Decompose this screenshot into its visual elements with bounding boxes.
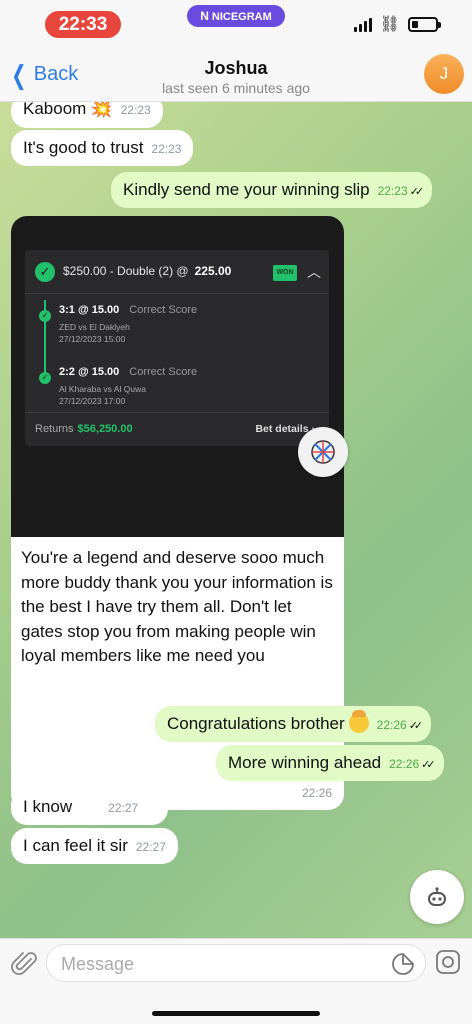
message-time: 22:23: [377, 184, 408, 198]
message-time: 22:23: [120, 103, 151, 117]
message-time: 22:23: [151, 142, 182, 156]
bet-slip-header: ✓ $250.00 - Double (2) @225.00 WON ︿: [25, 250, 329, 294]
message-bubble[interactable]: More winning ahead 22:26 ✓✓: [216, 745, 444, 781]
message-bubble[interactable]: Congratulations brother 22:26 ✓✓: [155, 706, 432, 742]
message-placeholder: Message: [61, 954, 135, 974]
explosion-emoji-icon: 💥: [90, 102, 113, 118]
battery-icon: [408, 17, 441, 32]
message-time: 22:27: [108, 801, 139, 815]
won-badge: WON: [273, 265, 297, 281]
last-seen-status: last seen 6 minutes ago: [162, 80, 310, 96]
bot-assistant-button[interactable]: [410, 870, 464, 924]
vpn-link-icon: ⛓: [379, 15, 400, 33]
match-name: Al Kharaba vs Al Quwa: [59, 384, 146, 394]
nicegram-logo-icon: N: [200, 9, 209, 23]
check-circle-icon: ✓: [35, 262, 55, 282]
chat-title[interactable]: Joshua: [0, 58, 472, 79]
message-time: 22:27: [135, 840, 166, 854]
read-check-icon: ✓✓: [408, 720, 424, 732]
message-text: It's good to trust: [23, 138, 144, 157]
message-input[interactable]: Message: [46, 944, 426, 982]
chevron-up-icon: ︿: [307, 264, 321, 280]
returns-value: $56,250.00: [77, 423, 133, 435]
signal-icon: [353, 17, 372, 32]
message-bubble[interactable]: Kaboom 💥 22:23: [11, 102, 163, 128]
message-text: More winning ahead: [228, 753, 382, 772]
status-time: 22:33: [45, 11, 121, 38]
app-name: NICEGRAM: [211, 11, 272, 23]
message-input-bar: Message: [0, 938, 472, 1024]
message-time: 22:26: [301, 786, 332, 800]
match-datetime: 27/12/2023 15:00: [59, 334, 126, 344]
message-bubble[interactable]: Kindly send me your winning slip 22:23 ✓✓: [111, 172, 433, 208]
message-bubble[interactable]: I know 22:27: [11, 789, 168, 825]
read-check-icon: ✓✓: [409, 186, 425, 198]
check-circle-icon: ✓: [39, 310, 51, 322]
paperclip-icon[interactable]: [11, 950, 39, 978]
chat-header: ❮ Back Joshua last seen 6 minutes ago J: [0, 46, 472, 102]
message-bubble[interactable]: I can feel it sir 22:27: [11, 828, 178, 864]
check-circle-icon: ✓: [39, 372, 51, 384]
message-time: 22:26: [389, 757, 420, 771]
bet-summary: $250.00 - Double (2) @225.00: [63, 264, 232, 278]
read-check-icon: ✓✓: [421, 759, 436, 771]
avatar[interactable]: J: [424, 54, 464, 94]
total-odds: 225.00: [194, 264, 232, 278]
camera-icon[interactable]: [434, 948, 462, 976]
message-text: Congratulations brother: [167, 714, 345, 733]
status-bar: 22:33 N NICEGRAM ⛓: [0, 0, 472, 46]
home-indicator: [152, 1011, 320, 1016]
sticker-icon[interactable]: [391, 952, 415, 976]
message-text: I know: [23, 797, 73, 816]
nicegram-pill[interactable]: N NICEGRAM: [187, 5, 285, 27]
message-bubble[interactable]: It's good to trust 22:23: [11, 130, 194, 166]
match-datetime: 27/12/2023 17:00: [59, 396, 126, 406]
chat-area[interactable]: Kaboom 💥 22:23 It's good to trust 22:23 Kin…: [0, 102, 472, 938]
bet-slip-footer: Returns$56,250.00 Bet details ›: [25, 412, 329, 440]
bookmaker-logo-icon: [298, 427, 348, 477]
robot-icon: [428, 887, 446, 906]
match-name: ZED vs El Daklyeh: [59, 322, 130, 332]
returns: Returns $56,250.00: [35, 423, 133, 435]
message-time: 22:26: [376, 718, 407, 732]
smiling-face-emoji-icon: [348, 710, 369, 733]
status-icons: ⛓: [353, 15, 441, 33]
message-text: I can feel it sir: [23, 836, 128, 855]
message-text: Kindly send me your winning slip: [123, 180, 370, 199]
message-text: Kaboom: [23, 102, 87, 118]
image-caption: You're a legend and deserve sooo much mo…: [21, 548, 333, 665]
